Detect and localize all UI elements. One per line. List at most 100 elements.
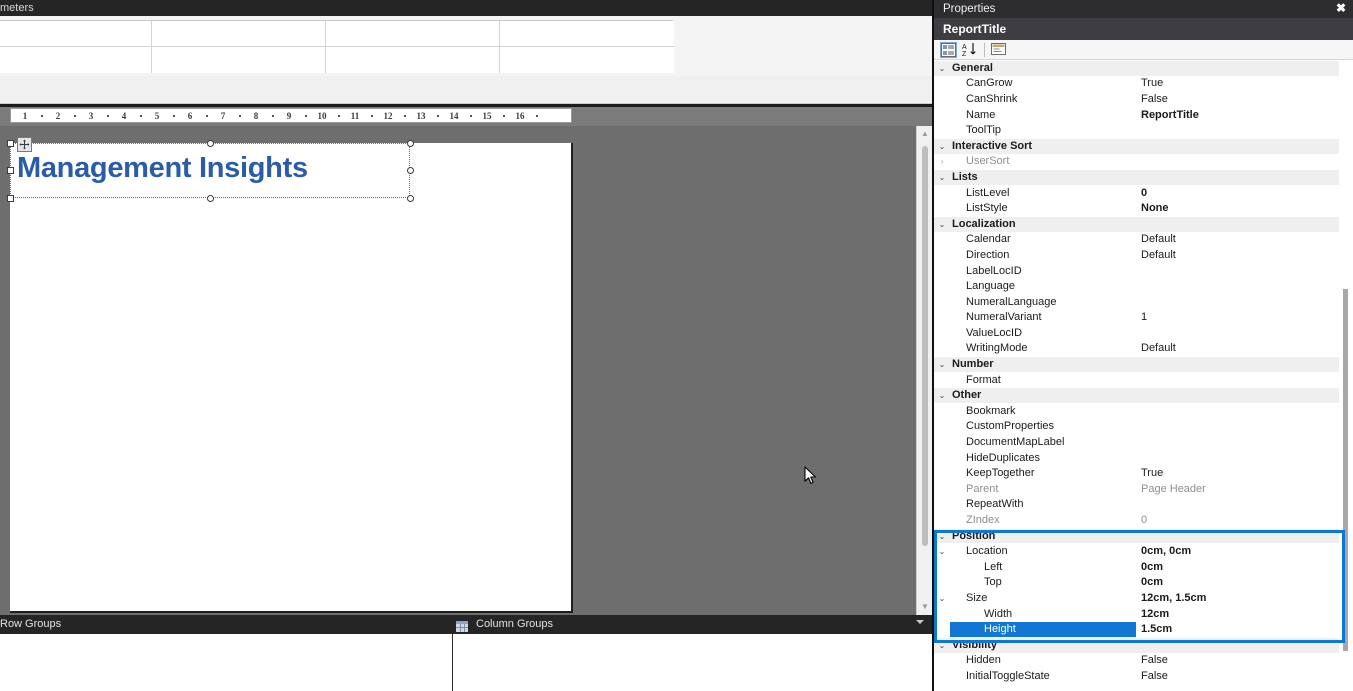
property-name[interactable]: HideDuplicates: [950, 451, 1136, 466]
property-row[interactable]: CanShrinkFalse: [934, 92, 1339, 108]
chevron-down-icon[interactable]: ⌄: [934, 388, 950, 403]
designer-vertical-scrollbar[interactable]: ▲ ▼: [916, 126, 932, 615]
property-row[interactable]: RepeatWith: [934, 498, 1339, 514]
property-name[interactable]: Top: [950, 575, 1136, 590]
scroll-up-icon[interactable]: ▲: [917, 126, 933, 142]
chevron-down-icon[interactable]: ⌄: [934, 591, 950, 606]
property-name[interactable]: Name: [950, 108, 1136, 123]
property-name[interactable]: LabelLocID: [950, 264, 1136, 279]
selection-resize-handle[interactable]: [7, 195, 14, 202]
property-name[interactable]: CanGrow: [950, 76, 1136, 91]
chevron-down-icon[interactable]: ⌄: [934, 544, 950, 559]
property-category-row[interactable]: ⌄Lists: [934, 170, 1339, 186]
property-row[interactable]: CanGrowTrue: [934, 77, 1339, 93]
parameters-tabstrip[interactable]: meters: [0, 0, 932, 16]
chevron-down-icon[interactable]: ⌄: [934, 529, 950, 544]
parameters-cell[interactable]: [0, 47, 152, 73]
property-row[interactable]: ValueLocID: [934, 326, 1339, 342]
column-groups-label[interactable]: Column Groups: [476, 617, 553, 632]
design-canvas[interactable]: Management Insights: [0, 126, 932, 615]
property-category-row[interactable]: ⌄Localization: [934, 217, 1339, 233]
property-name[interactable]: Lists: [950, 170, 1136, 185]
property-value[interactable]: Default: [1136, 248, 1339, 263]
property-value[interactable]: False: [1136, 669, 1339, 684]
parameters-cell[interactable]: [152, 21, 326, 47]
property-value[interactable]: False: [1136, 653, 1339, 668]
property-row[interactable]: DirectionDefault: [934, 248, 1339, 264]
property-value[interactable]: Default: [1136, 341, 1339, 356]
property-name[interactable]: ListStyle: [950, 201, 1136, 216]
chevron-right-icon[interactable]: ›: [934, 154, 950, 169]
property-value[interactable]: 0: [1136, 186, 1339, 201]
property-value[interactable]: None: [1136, 201, 1339, 216]
property-row[interactable]: Top0cm: [934, 576, 1339, 592]
selection-resize-handle[interactable]: [7, 167, 14, 174]
parameters-cell[interactable]: [326, 47, 500, 73]
property-name[interactable]: UserSort: [950, 154, 1136, 169]
property-name[interactable]: ZIndex: [950, 513, 1136, 528]
parameters-table[interactable]: [0, 20, 673, 72]
property-row[interactable]: WritingModeDefault: [934, 342, 1339, 358]
property-row[interactable]: CustomProperties: [934, 420, 1339, 436]
property-name[interactable]: Language: [950, 279, 1136, 294]
property-name[interactable]: ValueLocID: [950, 326, 1136, 341]
property-category-row[interactable]: ⌄Position: [934, 529, 1339, 545]
property-name[interactable]: CustomProperties: [950, 419, 1136, 434]
property-value[interactable]: 12cm: [1136, 607, 1339, 622]
property-value[interactable]: Page Header: [1136, 482, 1339, 497]
property-value[interactable]: ReportTitle: [1136, 108, 1339, 123]
property-row[interactable]: ListLevel0: [934, 186, 1339, 202]
property-row[interactable]: DocumentMapLabel: [934, 435, 1339, 451]
parameters-cell[interactable]: [0, 21, 152, 47]
parameters-cell[interactable]: [500, 21, 674, 47]
chevron-down-icon[interactable]: ⌄: [934, 357, 950, 372]
property-name[interactable]: Number: [950, 357, 1136, 372]
selection-resize-handle[interactable]: [7, 140, 14, 147]
property-name[interactable]: Location: [950, 544, 1136, 559]
property-category-row[interactable]: ⌄Visibility: [934, 638, 1339, 654]
property-row[interactable]: ListStyleNone: [934, 201, 1339, 217]
property-name[interactable]: Localization: [950, 217, 1136, 232]
report-title-label[interactable]: Management Insights: [17, 150, 308, 186]
property-name[interactable]: Hidden: [950, 653, 1136, 668]
property-name[interactable]: RepeatWith: [950, 497, 1136, 512]
property-name[interactable]: NumeralLanguage: [950, 295, 1136, 310]
property-name[interactable]: KeepTogether: [950, 466, 1136, 481]
chevron-down-icon[interactable]: ⌄: [934, 217, 950, 232]
property-name[interactable]: DocumentMapLabel: [950, 435, 1136, 450]
property-row[interactable]: Left0cm: [934, 560, 1339, 576]
selection-resize-handle[interactable]: [207, 195, 214, 202]
property-value[interactable]: True: [1136, 466, 1339, 481]
property-category-row[interactable]: ⌄Interactive Sort: [934, 139, 1339, 155]
property-row[interactable]: ParentPage Header: [934, 482, 1339, 498]
property-value[interactable]: False: [1136, 92, 1339, 107]
property-value[interactable]: 12cm, 1.5cm: [1136, 591, 1339, 606]
groups-panel-body[interactable]: [0, 634, 932, 691]
property-name[interactable]: General: [950, 61, 1136, 76]
properties-vertical-scrollbar[interactable]: [1339, 61, 1353, 691]
parameters-cell[interactable]: [152, 47, 326, 73]
sort-alphabetical-icon[interactable]: A Z: [962, 42, 979, 58]
selection-resize-handle[interactable]: [407, 167, 414, 174]
property-name[interactable]: Visibility: [950, 638, 1136, 653]
property-pages-icon[interactable]: [991, 42, 1008, 58]
scrollbar-thumb[interactable]: [922, 146, 928, 546]
property-name[interactable]: WritingMode: [950, 341, 1136, 356]
property-row[interactable]: Height1.5cm: [934, 622, 1339, 638]
chevron-down-icon[interactable]: ⌄: [934, 170, 950, 185]
properties-grid[interactable]: ⌄GeneralCanGrowTrueCanShrinkFalseNameRep…: [934, 61, 1339, 691]
parameters-cell[interactable]: [500, 47, 674, 73]
parameters-grid[interactable]: [0, 16, 932, 76]
row-groups-label[interactable]: Row Groups: [0, 617, 61, 632]
report-page-body[interactable]: Management Insights: [10, 143, 573, 613]
property-name[interactable]: Size: [950, 591, 1136, 606]
property-name[interactable]: Format: [950, 373, 1136, 388]
property-name[interactable]: Left: [950, 560, 1136, 575]
property-category-row[interactable]: ⌄Number: [934, 357, 1339, 373]
property-name[interactable]: Direction: [950, 248, 1136, 263]
property-name[interactable]: Height: [950, 622, 1136, 637]
property-value[interactable]: 0cm, 0cm: [1136, 544, 1339, 559]
property-row[interactable]: HideDuplicates: [934, 451, 1339, 467]
property-row[interactable]: Bookmark: [934, 404, 1339, 420]
property-value[interactable]: 0cm: [1136, 575, 1339, 590]
